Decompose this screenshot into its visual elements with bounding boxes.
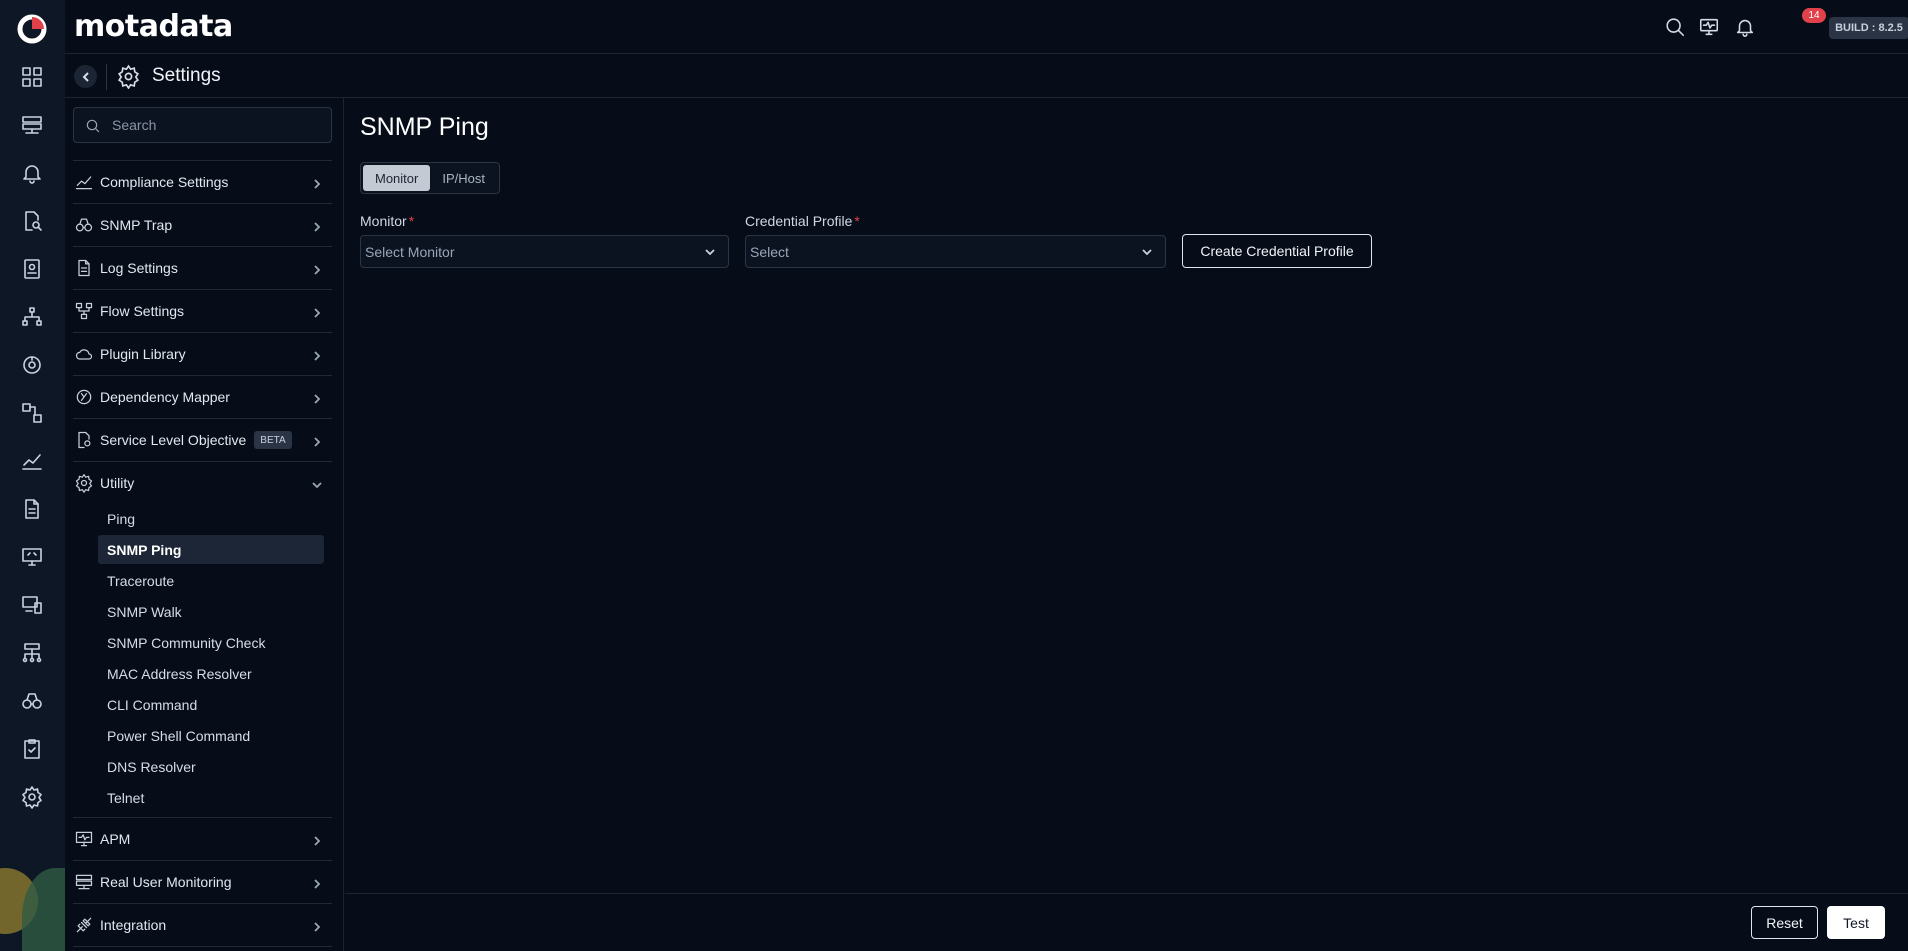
chevron-right-icon: [312, 176, 322, 189]
search-icon[interactable]: [1662, 14, 1688, 40]
dependency-icon: [74, 387, 94, 407]
icon-rail: [0, 0, 65, 951]
network-icon[interactable]: [19, 640, 45, 666]
page-title: SNMP Ping: [360, 113, 489, 141]
log-document-icon[interactable]: [19, 256, 45, 282]
sidebar-item-plugin-library[interactable]: Plugin Library: [73, 333, 332, 375]
settings-gear-icon[interactable]: [19, 784, 45, 810]
log-icon: [74, 258, 94, 278]
settings-sidebar: Compliance Settings SNMP Trap Log Settin…: [65, 98, 344, 951]
divider: [106, 64, 107, 90]
chevron-right-icon: [312, 348, 322, 361]
chevron-right-icon: [312, 876, 322, 889]
flow-nodes-icon[interactable]: [19, 400, 45, 426]
alert-bell-icon[interactable]: [19, 160, 45, 186]
utility-item-snmp-community-check[interactable]: SNMP Community Check: [98, 628, 324, 657]
monitor-pulse-icon[interactable]: [1696, 14, 1722, 40]
monitor-select[interactable]: Select Monitor: [360, 235, 729, 268]
chevron-right-icon: [312, 305, 322, 318]
sidebar-item-compliance-settings[interactable]: Compliance Settings: [73, 161, 332, 203]
chevron-right-icon: [312, 434, 322, 447]
chevron-right-icon: [312, 219, 322, 232]
top-bar: motadata 14 BUILD : 8.2.5: [65, 0, 1908, 54]
integration-icon: [74, 915, 94, 935]
utility-item-snmp-walk[interactable]: SNMP Walk: [98, 597, 324, 626]
utility-gear-icon: [74, 473, 94, 493]
build-version-badge: BUILD : 8.2.5: [1829, 17, 1908, 39]
slo-icon: [74, 430, 94, 450]
report-search-icon[interactable]: [19, 208, 45, 234]
settings-gear-icon: [116, 64, 141, 90]
compliance-icon: [74, 172, 94, 192]
chevron-right-icon: [312, 833, 322, 846]
test-button[interactable]: Test: [1827, 906, 1885, 939]
tab-ip-host[interactable]: IP/Host: [430, 165, 497, 191]
notification-count-badge: 14: [1802, 8, 1826, 23]
sidebar-item-integration[interactable]: Integration: [73, 904, 332, 946]
checklist-icon[interactable]: [19, 736, 45, 762]
apm-icon: [74, 829, 94, 849]
sidebar-item-dependency-mapper[interactable]: Dependency Mapper: [73, 376, 332, 418]
sidebar-item-real-user-monitoring[interactable]: Real User Monitoring: [73, 861, 332, 903]
main-content: SNMP Ping Monitor IP/Host Monitor * Selec…: [345, 98, 1908, 891]
chevron-right-icon: [312, 919, 322, 932]
reset-button[interactable]: Reset: [1751, 906, 1818, 939]
sidebar-search: [73, 107, 332, 143]
utility-item-traceroute[interactable]: Traceroute: [98, 566, 324, 595]
infrastructure-icon[interactable]: [19, 112, 45, 138]
metrics-chart-icon[interactable]: [19, 448, 45, 474]
topology-icon[interactable]: [19, 304, 45, 330]
target-type-tabs: Monitor IP/Host: [360, 162, 500, 194]
motadata-logo-icon[interactable]: [16, 13, 48, 45]
back-button[interactable]: [74, 65, 97, 88]
chevron-right-icon: [312, 262, 322, 275]
radar-icon[interactable]: [19, 352, 45, 378]
monitor-field-label: Monitor *: [360, 213, 415, 229]
chevron-down-icon: [705, 249, 715, 256]
sidebar-item-snmp-trap[interactable]: SNMP Trap: [73, 204, 332, 246]
search-icon: [86, 119, 100, 133]
utility-item-cli-command[interactable]: CLI Command: [98, 690, 324, 719]
beta-badge: BETA: [254, 431, 292, 449]
brand-wordmark[interactable]: motadata: [74, 9, 233, 44]
utility-item-dns-resolver[interactable]: DNS Resolver: [98, 752, 324, 781]
tab-monitor[interactable]: Monitor: [363, 165, 431, 191]
utility-item-ping[interactable]: Ping: [98, 504, 324, 533]
utility-item-power-shell-command[interactable]: Power Shell Command: [98, 721, 324, 750]
binoculars-icon[interactable]: [19, 688, 45, 714]
chevron-down-icon: [312, 477, 322, 489]
apm-monitor-icon[interactable]: [19, 544, 45, 570]
utility-item-telnet[interactable]: Telnet: [98, 783, 324, 812]
plugin-cloud-icon: [74, 344, 94, 364]
sidebar-item-apm[interactable]: APM: [73, 818, 332, 860]
chevron-down-icon: [1142, 249, 1152, 256]
sidebar-item-flow-settings[interactable]: Flow Settings: [73, 290, 332, 332]
binoculars-icon: [74, 215, 94, 235]
settings-header: Settings: [65, 55, 1908, 98]
notification-bell-icon[interactable]: [1732, 14, 1758, 40]
page-section-title: Settings: [152, 65, 221, 86]
utility-item-snmp-ping[interactable]: SNMP Ping: [98, 535, 324, 564]
dashboard-grid-icon[interactable]: [19, 64, 45, 90]
search-input[interactable]: [112, 108, 322, 142]
form-footer: Reset Test: [345, 893, 1908, 951]
utility-item-mac-address-resolver[interactable]: MAC Address Resolver: [98, 659, 324, 688]
sidebar-item-log-settings[interactable]: Log Settings: [73, 247, 332, 289]
sidebar-item-utility[interactable]: Utility: [73, 462, 332, 504]
credential-profile-select[interactable]: Select: [745, 235, 1166, 268]
flow-icon: [74, 301, 94, 321]
device-icon[interactable]: [19, 592, 45, 618]
chevron-right-icon: [312, 391, 322, 404]
file-report-icon[interactable]: [19, 496, 45, 522]
credential-profile-field-label: Credential Profile *: [745, 213, 860, 229]
rum-icon: [74, 872, 94, 892]
chevron-left-icon: [82, 71, 89, 82]
sidebar-item-service-level-objective[interactable]: Service Level Objective BETA: [73, 419, 332, 461]
create-credential-profile-button[interactable]: Create Credential Profile: [1182, 234, 1372, 268]
